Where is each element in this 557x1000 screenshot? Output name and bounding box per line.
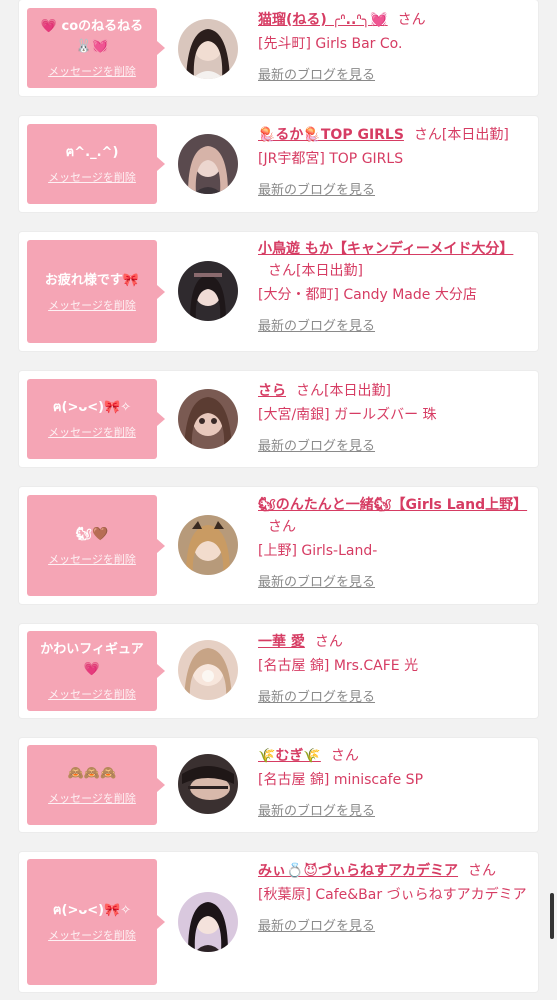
honorific: さん <box>314 634 343 650</box>
avatar[interactable] <box>178 19 238 79</box>
honorific: さん <box>468 863 497 879</box>
profile-info: 🌾むぎ🌾 さん [名古屋 錦] miniscafe SP 最新のブログを見る <box>258 745 532 819</box>
profile-info: さら さん[本日出勤] [大宮/南銀] ガールズバー 珠 最新のブログを見る <box>258 380 532 454</box>
avatar[interactable] <box>178 261 238 321</box>
message-text: ฅ(>ᴗ<)🎀✧ <box>52 903 132 918</box>
name-line: さら さん[本日出勤] <box>258 380 532 402</box>
shop-info: [大宮/南銀] ガールズバー 珠 <box>258 407 437 423</box>
message-card: お疲れ様です🎀 メッセージを削除 小鳥遊 もか【キャンディーメイド大分】さん[本… <box>19 232 538 351</box>
name-line: 小鳥遊 もか【キャンディーメイド大分】さん[本日出勤] <box>258 238 532 282</box>
message-bubble: 🐿🤎 メッセージを削除 <box>27 495 165 596</box>
message-bubble: ฅ(>ᴗ<)🎀✧ メッセージを削除 <box>27 379 165 459</box>
cast-name-link[interactable]: 小鳥遊 もか【キャンディーメイド大分】 <box>258 241 513 257</box>
shop-info: [上野] Girls-Land- <box>258 543 378 559</box>
shop-info: [名古屋 錦] miniscafe SP <box>258 772 424 788</box>
avatar[interactable] <box>178 389 238 449</box>
delete-message-link[interactable]: メッセージを削除 <box>48 424 136 440</box>
latest-blog-link[interactable]: 最新のブログを見る <box>258 435 532 454</box>
message-text: 🙈🙈🙈 <box>67 766 117 781</box>
message-bubble: お疲れ様です🎀 メッセージを削除 <box>27 240 165 343</box>
cast-name-link[interactable]: みぃ💍😈づぃらねすアカデミア <box>258 863 458 879</box>
profile-info: 🐿のんたんと一緒🐿【Girls Land上野】さん [上野] Girls-Lan… <box>258 494 532 590</box>
message-card: ฅ(>ᴗ<)🎀✧ メッセージを削除 みぃ💍😈づぃらねすアカデミア さん [秋葉原]… <box>19 852 538 992</box>
latest-blog-link[interactable]: 最新のブログを見る <box>258 915 532 934</box>
delete-message-link[interactable]: メッセージを削除 <box>48 551 136 567</box>
avatar[interactable] <box>178 515 238 575</box>
honorific: さん <box>397 12 426 28</box>
shop-info: [名古屋 錦] Mrs.CAFE 光 <box>258 658 419 674</box>
cast-name-link[interactable]: 猫瑠(ねる) ╭ᐢ..ᐢ╮💓 <box>258 12 388 28</box>
shop-info: [大分・都町] Candy Made 大分店 <box>258 287 477 303</box>
profile-info: 🪼るか🪼TOP GIRLS さん[本日出勤] [JR宇都宮] TOP GIRLS … <box>258 124 532 198</box>
name-line: 猫瑠(ねる) ╭ᐢ..ᐢ╮💓 さん <box>258 9 532 31</box>
honorific: さん[本日出勤] <box>296 383 391 399</box>
message-bubble: かわいフィギュア💗 メッセージを削除 <box>27 631 165 711</box>
name-line: 🐿のんたんと一緒🐿【Girls Land上野】さん <box>258 494 532 538</box>
latest-blog-link[interactable]: 最新のブログを見る <box>258 315 532 334</box>
latest-blog-link[interactable]: 最新のブログを見る <box>258 571 532 590</box>
honorific: さん <box>330 748 359 764</box>
honorific: さん[本日出勤] <box>413 127 509 143</box>
message-card: かわいフィギュア💗 メッセージを削除 一華 愛さん [名古屋 錦] Mrs.CA… <box>19 624 538 718</box>
message-text: ฅ(>ᴗ<)🎀✧ <box>52 400 132 415</box>
cast-name-link[interactable]: 🌾むぎ🌾 <box>258 748 321 764</box>
message-bubble: 🙈🙈🙈 メッセージを削除 <box>27 745 165 825</box>
latest-blog-link[interactable]: 最新のブログを見る <box>258 179 532 198</box>
delete-message-link[interactable]: メッセージを削除 <box>48 790 136 806</box>
message-text: かわいフィギュア💗 <box>40 642 144 677</box>
message-text: お疲れ様です🎀 <box>44 272 140 288</box>
delete-message-link[interactable]: メッセージを削除 <box>48 297 136 313</box>
message-text: ฅ^._.^) <box>65 145 119 160</box>
latest-blog-link[interactable]: 最新のブログを見る <box>258 64 532 83</box>
shop-info: [先斗町] Girls Bar Co. <box>258 36 403 52</box>
message-bubble: ฅ^._.^) メッセージを削除 <box>27 124 165 204</box>
message-card: 🙈🙈🙈 メッセージを削除 🌾むぎ🌾 さん [名古屋 錦] miniscafe SP… <box>19 738 538 832</box>
cast-name-link[interactable]: さら <box>258 383 286 399</box>
message-bubble: ฅ(>ᴗ<)🎀✧ メッセージを削除 <box>27 859 165 985</box>
vertical-scrollbar[interactable] <box>550 893 554 939</box>
latest-blog-link[interactable]: 最新のブログを見る <box>258 800 532 819</box>
honorific: さん[本日出勤] <box>268 263 363 279</box>
avatar[interactable] <box>178 134 238 194</box>
message-card: 🐿🤎 メッセージを削除 🐿のんたんと一緒🐿【Girls Land上野】さん [上… <box>19 487 538 604</box>
profile-info: 小鳥遊 もか【キャンディーメイド大分】さん[本日出勤] [大分・都町] Cand… <box>258 238 532 334</box>
message-card: ฅ^._.^) メッセージを削除 🪼るか🪼TOP GIRLS さん[本日出勤] [… <box>19 116 538 212</box>
shop-info: [JR宇都宮] TOP GIRLS <box>258 151 404 167</box>
avatar[interactable] <box>178 640 238 700</box>
delete-message-link[interactable]: メッセージを削除 <box>48 169 136 185</box>
profile-info: 猫瑠(ねる) ╭ᐢ..ᐢ╮💓 さん [先斗町] Girls Bar Co. 最新の… <box>258 9 532 83</box>
message-bubble: 💗 coのねるねる🐰💓 メッセージを削除 <box>27 8 165 88</box>
honorific: さん <box>268 519 296 535</box>
cast-name-link[interactable]: 🐿のんたんと一緒🐿【Girls Land上野】 <box>258 497 527 513</box>
message-card: 💗 coのねるねる🐰💓 メッセージを削除 猫瑠(ねる) ╭ᐢ..ᐢ╮💓 さん [先… <box>19 0 538 96</box>
message-text: 🐿🤎 <box>75 526 109 542</box>
cast-name-link[interactable]: 🪼るか🪼TOP GIRLS <box>258 127 404 143</box>
delete-message-link[interactable]: メッセージを削除 <box>48 686 136 702</box>
avatar[interactable] <box>178 754 238 814</box>
avatar[interactable] <box>178 892 238 952</box>
name-line: 🪼るか🪼TOP GIRLS さん[本日出勤] <box>258 124 532 146</box>
shop-info: [秋葉原] Cafe&Bar づぃらねすアカデミア <box>258 887 527 903</box>
profile-info: みぃ💍😈づぃらねすアカデミア さん [秋葉原] Cafe&Bar づぃらねすアカデ… <box>258 860 532 934</box>
profile-info: 一華 愛さん [名古屋 錦] Mrs.CAFE 光 最新のブログを見る <box>258 631 532 705</box>
message-text: 💗 coのねるねる🐰💓 <box>40 19 144 54</box>
delete-message-link[interactable]: メッセージを削除 <box>48 63 136 79</box>
name-line: みぃ💍😈づぃらねすアカデミア さん <box>258 860 532 882</box>
message-card: ฅ(>ᴗ<)🎀✧ メッセージを削除 さら さん[本日出勤] [大宮/南銀] ガール… <box>19 371 538 467</box>
name-line: 🌾むぎ🌾 さん <box>258 745 532 767</box>
cast-name-link[interactable]: 一華 愛 <box>258 634 305 650</box>
delete-message-link[interactable]: メッセージを削除 <box>48 927 136 943</box>
latest-blog-link[interactable]: 最新のブログを見る <box>258 686 532 705</box>
name-line: 一華 愛さん <box>258 631 532 653</box>
